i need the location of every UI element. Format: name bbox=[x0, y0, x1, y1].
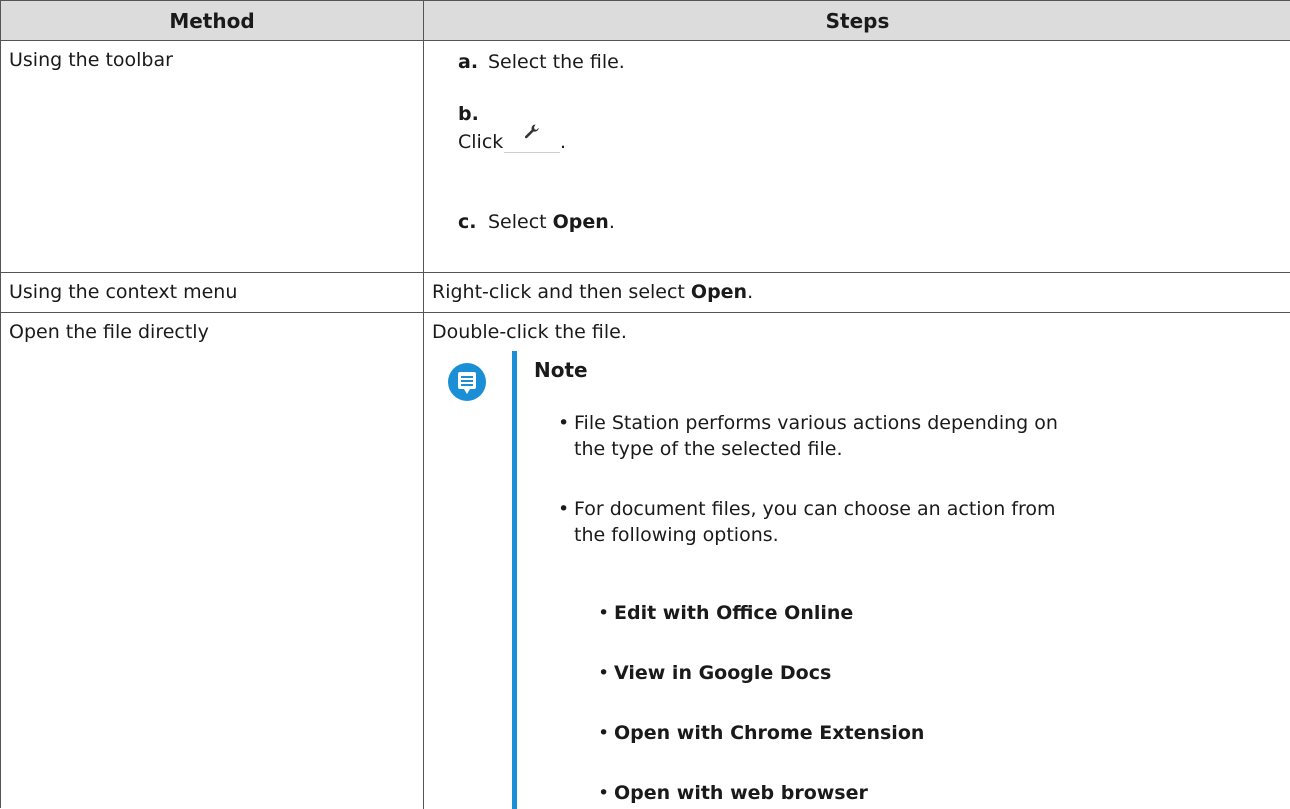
table-header: Method Steps bbox=[1, 1, 1290, 41]
table-row: Using the context menu Right-click and t… bbox=[1, 273, 1290, 313]
note-title: Note bbox=[534, 358, 588, 382]
bold-open: Open bbox=[690, 281, 748, 303]
table-row: Open the file directly Double-click the … bbox=[1, 313, 1290, 809]
wrench-icon bbox=[524, 124, 539, 138]
step-text-period: . bbox=[560, 131, 567, 153]
step-text: Select the file. bbox=[488, 51, 625, 73]
step-letter: a. bbox=[458, 51, 479, 73]
header-steps: Steps bbox=[825, 9, 890, 33]
header-method: Method bbox=[1, 1, 424, 40]
steps-cell: Double-click the file. Note • File Stati… bbox=[424, 313, 1290, 809]
step-text: Click bbox=[458, 131, 504, 153]
step-letter: c. bbox=[458, 211, 477, 233]
note-icon bbox=[448, 363, 486, 401]
bold-open: Open bbox=[552, 211, 609, 233]
steps-cell: a. Select the file. b. Click . c. Select… bbox=[424, 41, 1290, 272]
steps-cell: Right-click and then select Open. bbox=[424, 273, 1290, 312]
method-cell: Using the context menu bbox=[1, 273, 424, 312]
step-letter: b. bbox=[458, 103, 479, 125]
note-accent-bar bbox=[512, 351, 517, 809]
step-text: Double-click the file. bbox=[432, 321, 627, 343]
method-text: Using the context menu bbox=[9, 281, 238, 303]
method-text: Using the toolbar bbox=[9, 49, 173, 71]
method-cell: Using the toolbar bbox=[1, 41, 424, 272]
table-row: Using the toolbar a. Select the file. b.… bbox=[1, 41, 1290, 273]
methods-table: Method Steps Using the toolbar a. Select… bbox=[0, 0, 1290, 809]
wrench-button[interactable] bbox=[504, 111, 560, 153]
step-text: Right-click and then select Open. bbox=[432, 281, 754, 303]
method-cell: Open the file directly bbox=[1, 313, 424, 809]
step-text: Select Open. bbox=[488, 211, 615, 233]
method-text: Open the file directly bbox=[9, 321, 209, 343]
